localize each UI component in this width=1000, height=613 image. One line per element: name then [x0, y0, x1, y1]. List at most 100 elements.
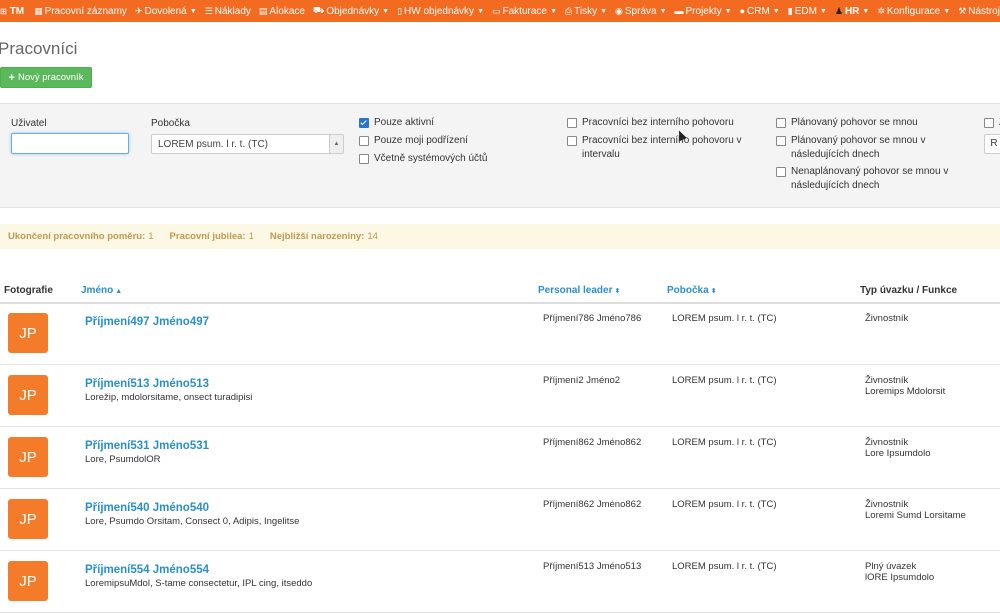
employee-name-link[interactable]: Příjmení540 Jméno540	[85, 502, 209, 514]
checkbox-box	[359, 118, 369, 128]
nav-item-6[interactable]: ▭ Fakturace ▼	[488, 6, 561, 17]
sort-icon: ⬍	[710, 288, 717, 295]
avatar[interactable]: JP	[8, 313, 48, 353]
employee-name-link[interactable]: Příjmení531 Jméno531	[85, 440, 209, 452]
caret-down-icon: ▼	[819, 7, 827, 15]
table-row: JP Příjmení540 Jméno540 Lore, Psumdo Orsit…	[0, 489, 1000, 551]
caret-down-icon: ▼	[772, 7, 780, 15]
checkbox-box	[984, 118, 994, 128]
nav-item-label: Správa	[624, 5, 657, 17]
nav-item-12[interactable]: ♟ HR ▼	[831, 6, 873, 17]
nav-item-14[interactable]: ⚒Nástroje▼	[954, 6, 1000, 17]
branch-filter-label: Pobočka	[151, 118, 190, 129]
nav-item-label: Konfigurace	[886, 5, 941, 17]
checkbox-box	[776, 136, 786, 146]
nav-item-0[interactable]: ▦ Pracovní záznamy	[30, 6, 131, 17]
table-header: Fotografie Jméno ▲ Personal leader ⬍ Poboč…	[0, 278, 1000, 304]
employee-name-link[interactable]: Příjmení554 Jméno554	[85, 564, 209, 576]
checkbox-box	[776, 167, 786, 177]
new-employee-button[interactable]: + Nový pracovník	[0, 67, 92, 88]
table-row: JP Příjmení554 Jméno554 LoremipsuMdol, S-t…	[0, 551, 1000, 613]
nav-item-label: CRM	[747, 5, 770, 17]
edge-button[interactable]: R	[984, 134, 1000, 154]
filter-checkbox-checkboxes_col1-0[interactable]: Pouze aktivní	[359, 116, 549, 130]
nav-item-10[interactable]: ● CRM ▼	[736, 6, 784, 17]
briefcase-icon: ▬	[674, 6, 684, 16]
nav-item-4[interactable]: ⛟ Objednávky ▼	[309, 5, 393, 17]
contract-type: Plný úvazek	[865, 561, 917, 572]
col-photo: Fotografie	[4, 285, 53, 296]
avatar[interactable]: JP	[8, 561, 48, 601]
filter-checkbox-checkboxes_col2-0[interactable]: Pracovníci bez interního pohovoru	[567, 116, 757, 130]
filter-checkbox-checkboxes_col3-2[interactable]: Nenaplánovaný pohovor se mnou v následuj…	[776, 165, 966, 193]
branch-cell: LOREM psum. l r. t. (TC)	[672, 375, 777, 386]
nav-item-13[interactable]: ✲ Konfigurace ▼	[873, 6, 954, 17]
function: lORE Ipsumdolo	[865, 572, 935, 583]
col-branch-label: Pobočka	[667, 285, 709, 296]
summary-label[interactable]: Ukončení pracovního poměru:	[8, 231, 145, 242]
contract-type-cell: Živnostník Loremips Mdolorsit	[865, 375, 945, 397]
avatar[interactable]: JP	[8, 499, 48, 539]
checkbox-box	[567, 118, 577, 128]
nav-item-8[interactable]: ◉ Správa ▼	[611, 6, 670, 17]
employee-name-link[interactable]: Příjmení497 Jméno497	[85, 316, 209, 328]
filter-checkbox-checkboxes_col3-0[interactable]: Plánovaný pohovor se mnou	[776, 116, 966, 130]
wrench-icon: ⚒	[958, 5, 967, 16]
checkbox-box	[359, 136, 369, 146]
checkbox-label: Pouze moji podřízení	[374, 135, 468, 146]
col-leader[interactable]: Personal leader ⬍	[538, 285, 620, 296]
top-navbar: ⊞ TM ▦ Pracovní záznamy ✈ Dovolená ▼ ☰ Náklady…	[0, 0, 1000, 22]
checkbox-label: Pouze aktivní	[374, 117, 435, 128]
summary-count: 1	[148, 231, 154, 242]
col-leader-label: Personal leader	[538, 285, 613, 296]
nav-item-label: Tisky	[574, 5, 598, 17]
personal-leader: Příjmení2 Jméno2	[543, 375, 621, 386]
nav-item-label: HR	[844, 5, 860, 17]
nav-item-7[interactable]: ⎙ Tisky ▼	[561, 6, 611, 17]
nav-item-3[interactable]: ▤ Alokace	[255, 6, 309, 17]
contract-type-cell: Živnostník Lore Ipsumdolo	[865, 437, 930, 459]
col-branch[interactable]: Pobočka ⬍	[667, 285, 717, 296]
brand-link[interactable]: ⊞ TM	[0, 6, 30, 17]
table-row: JP Příjmení497 Jméno497 Příjmení786 Jméno7…	[0, 303, 1000, 365]
nav-item-1[interactable]: ✈ Dovolená ▼	[131, 6, 201, 17]
filter-checkbox-checkboxes_col2-1[interactable]: Pracovníci bez interního pohovoru v inte…	[567, 134, 757, 162]
avatar[interactable]: JP	[8, 375, 48, 415]
col-name[interactable]: Jméno ▲	[81, 285, 122, 296]
user-filter-input[interactable]	[11, 133, 129, 154]
caret-down-icon: ▼	[724, 7, 732, 15]
employee-description: LoremipsuMdol, S-tame consectetur, IPL c…	[85, 578, 313, 589]
nav-item-2[interactable]: ☰ Náklady	[201, 6, 255, 17]
user-filter-label: Uživatel	[11, 118, 47, 129]
function: Loremi Sumd Lorsitame	[865, 510, 966, 521]
table-row: JP Příjmení531 Jméno531 Lore, PsumdolOR Pří…	[0, 427, 1000, 489]
function: Lore Ipsumdolo	[865, 448, 931, 459]
summary-label[interactable]: Nejbližší narozeniny:	[270, 231, 365, 242]
caret-down-icon: ▼	[549, 7, 557, 15]
summary-label[interactable]: Pracovní jubilea:	[170, 231, 246, 242]
checkbox-label: Plánovaný pohovor se mnou	[791, 117, 918, 128]
personal-leader: Příjmení786 Jméno786	[543, 313, 642, 324]
branch-cell: LOREM psum. l r. t. (TC)	[672, 561, 777, 572]
checkbox-box	[359, 154, 369, 164]
personal-leader: Příjmení513 Jméno513	[543, 561, 642, 572]
filter-checkbox-checkboxes_col3-1[interactable]: Plánovaný pohovor se mnou v následujícíc…	[776, 134, 966, 162]
nav-item-9[interactable]: ▬ Projekty ▼	[671, 6, 736, 17]
branch-select[interactable]: LOREM psum. l r. t. (TC) ▲	[151, 134, 344, 154]
caret-down-icon: ▼	[943, 7, 951, 15]
employee-name-link[interactable]: Příjmení513 Jméno513	[85, 378, 209, 390]
branch-cell: LOREM psum. l r. t. (TC)	[672, 499, 777, 510]
edge-checkbox[interactable]: Z	[984, 116, 1000, 130]
nav-item-11[interactable]: ▮ EDM ▼	[784, 6, 831, 17]
table-row: JP Příjmení513 Jméno513 Lorežip, mdolorsit…	[0, 365, 1000, 427]
brand-label: TM	[9, 5, 25, 17]
nav-item-label: Náklady	[214, 5, 251, 17]
eye-icon: ◉	[615, 5, 623, 16]
checkbox-box	[776, 118, 786, 128]
filter-checkbox-checkboxes_col1-1[interactable]: Pouze moji podřízení	[359, 134, 549, 148]
nav-item-5[interactable]: ▯ HW objednávky ▼	[393, 6, 488, 17]
checkbox-label: Nenaplánovaný pohovor se mnou v následuj…	[791, 166, 949, 191]
col-type: Typ úvazku / Funkce	[860, 285, 958, 296]
filter-checkbox-checkboxes_col1-2[interactable]: Včetně systémových účtů	[359, 152, 549, 166]
avatar[interactable]: JP	[8, 437, 48, 477]
